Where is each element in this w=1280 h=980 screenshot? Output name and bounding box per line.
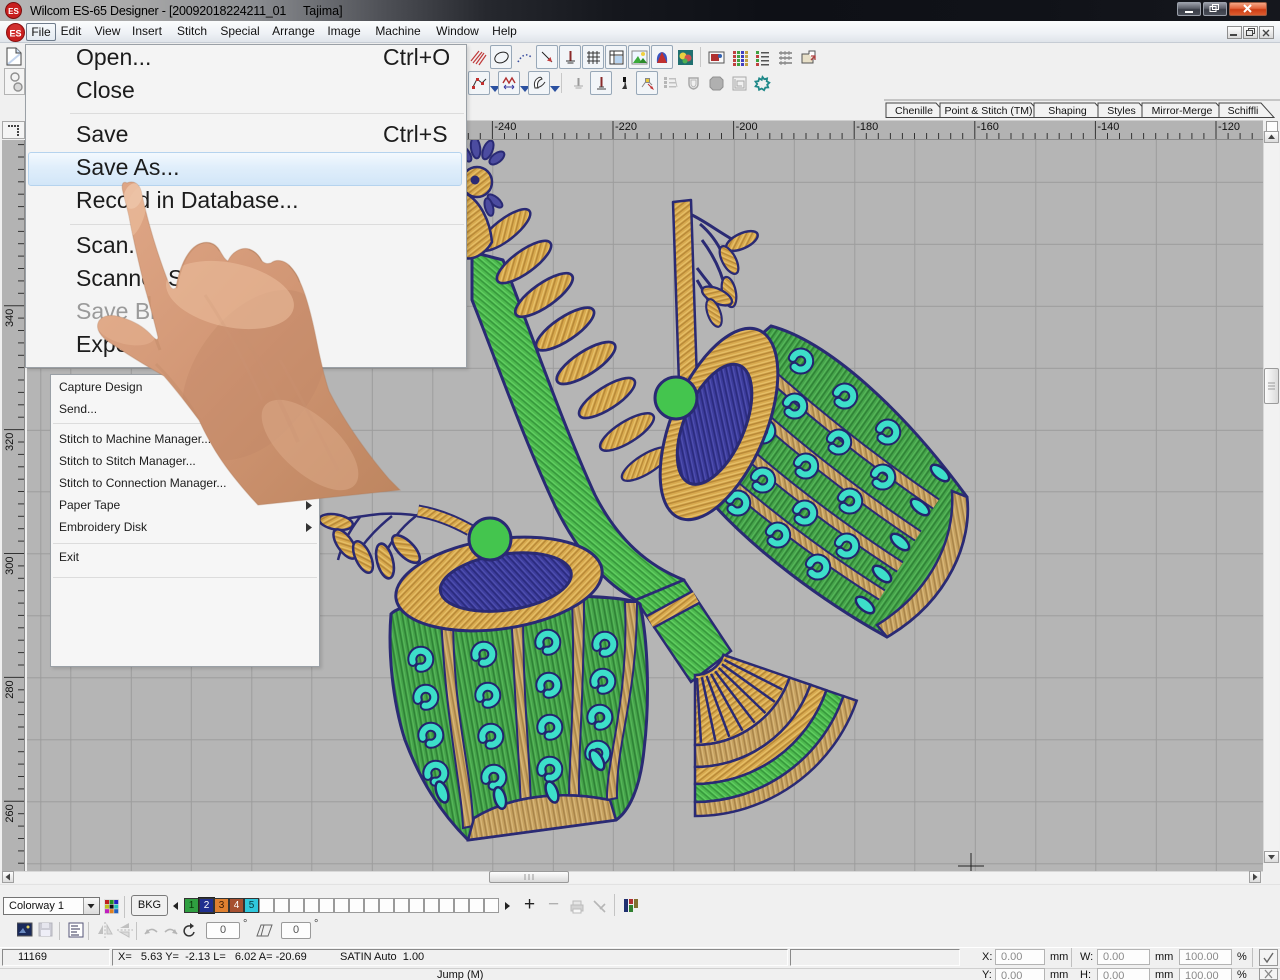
svg-text:340: 340 [4, 309, 16, 327]
svg-text:-200: -200 [736, 121, 758, 133]
svg-text:-120: -120 [1218, 121, 1240, 133]
svg-text:260: 260 [4, 804, 16, 822]
svg-text:-160: -160 [977, 121, 999, 133]
svg-text:ES: ES [9, 29, 21, 39]
svg-text:320: 320 [4, 433, 16, 451]
svg-text:Styles: Styles [1107, 105, 1136, 117]
svg-text:Schiffli: Schiffli [1228, 105, 1259, 117]
svg-text:-220: -220 [615, 121, 637, 133]
svg-text:-180: -180 [856, 121, 878, 133]
svg-text:Shaping: Shaping [1048, 105, 1087, 117]
svg-text:ES: ES [8, 7, 19, 16]
svg-text:280: 280 [4, 680, 16, 698]
svg-text:Point & Stitch (TM): Point & Stitch (TM) [944, 105, 1032, 117]
svg-text:Mirror-Merge: Mirror-Merge [1152, 105, 1213, 117]
svg-text:-140: -140 [1097, 121, 1119, 133]
svg-text:300: 300 [4, 557, 16, 575]
svg-text:Chenille: Chenille [895, 105, 933, 117]
svg-text:-240: -240 [494, 121, 516, 133]
